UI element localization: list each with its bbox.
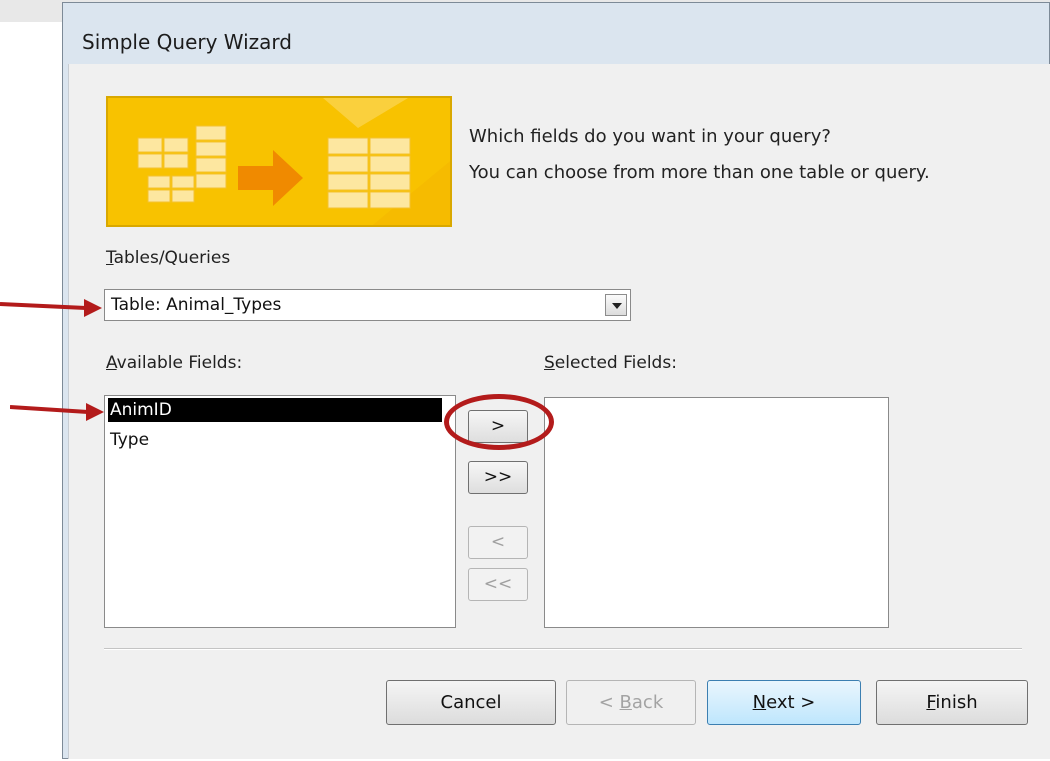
selected-label-rest: elected Fields:	[554, 353, 677, 373]
dialog-title: Simple Query Wizard	[82, 30, 292, 54]
prompt-question: Which fields do you want in your query?	[469, 126, 831, 147]
available-fields-list[interactable]: AnimID Type	[104, 395, 456, 628]
add-all-fields-button[interactable]: >>	[468, 461, 528, 494]
tables-queries-label: Tables/Queries	[106, 248, 230, 268]
annotation-circle	[444, 394, 554, 450]
annotation-arrow-list-item	[10, 403, 104, 421]
available-label-accel: A	[106, 353, 117, 373]
annotation-arrow-combobox	[0, 299, 102, 317]
footer-separator	[104, 648, 1022, 650]
remove-all-fields-button[interactable]: <<	[468, 568, 528, 601]
list-item-animid[interactable]: AnimID	[108, 398, 442, 422]
remove-field-button[interactable]: <	[468, 526, 528, 559]
prompt-hint: You can choose from more than one table …	[469, 162, 930, 183]
finish-button[interactable]: Finish	[876, 680, 1028, 725]
tables-label-accel: T	[106, 248, 114, 268]
tables-queries-combobox[interactable]: Table: Animal_Types	[104, 289, 631, 321]
tables-label-rest: ables/Queries	[113, 248, 231, 268]
available-fields-label: Available Fields:	[106, 353, 242, 373]
next-accel: N	[752, 692, 767, 713]
back-button[interactable]: < Back	[566, 680, 696, 725]
chevron-down-icon[interactable]	[605, 294, 627, 316]
next-button[interactable]: Next >	[707, 680, 861, 725]
selected-fields-label: Selected Fields:	[544, 353, 677, 373]
tables-combobox-value: Table: Animal_Types	[111, 295, 282, 315]
table-arrow-icon	[108, 98, 450, 225]
wizard-banner-image	[106, 96, 452, 227]
cancel-button[interactable]: Cancel	[386, 680, 556, 725]
next-rest: ext >	[766, 692, 816, 713]
back-prefix: <	[598, 692, 620, 713]
selected-label-accel: S	[544, 353, 555, 373]
back-accel: B	[619, 692, 632, 713]
finish-rest: inish	[935, 692, 978, 713]
list-item-type[interactable]: Type	[108, 428, 149, 452]
available-label-rest: vailable Fields:	[116, 353, 243, 373]
back-rest: ack	[631, 692, 664, 713]
selected-fields-list[interactable]	[544, 397, 889, 628]
